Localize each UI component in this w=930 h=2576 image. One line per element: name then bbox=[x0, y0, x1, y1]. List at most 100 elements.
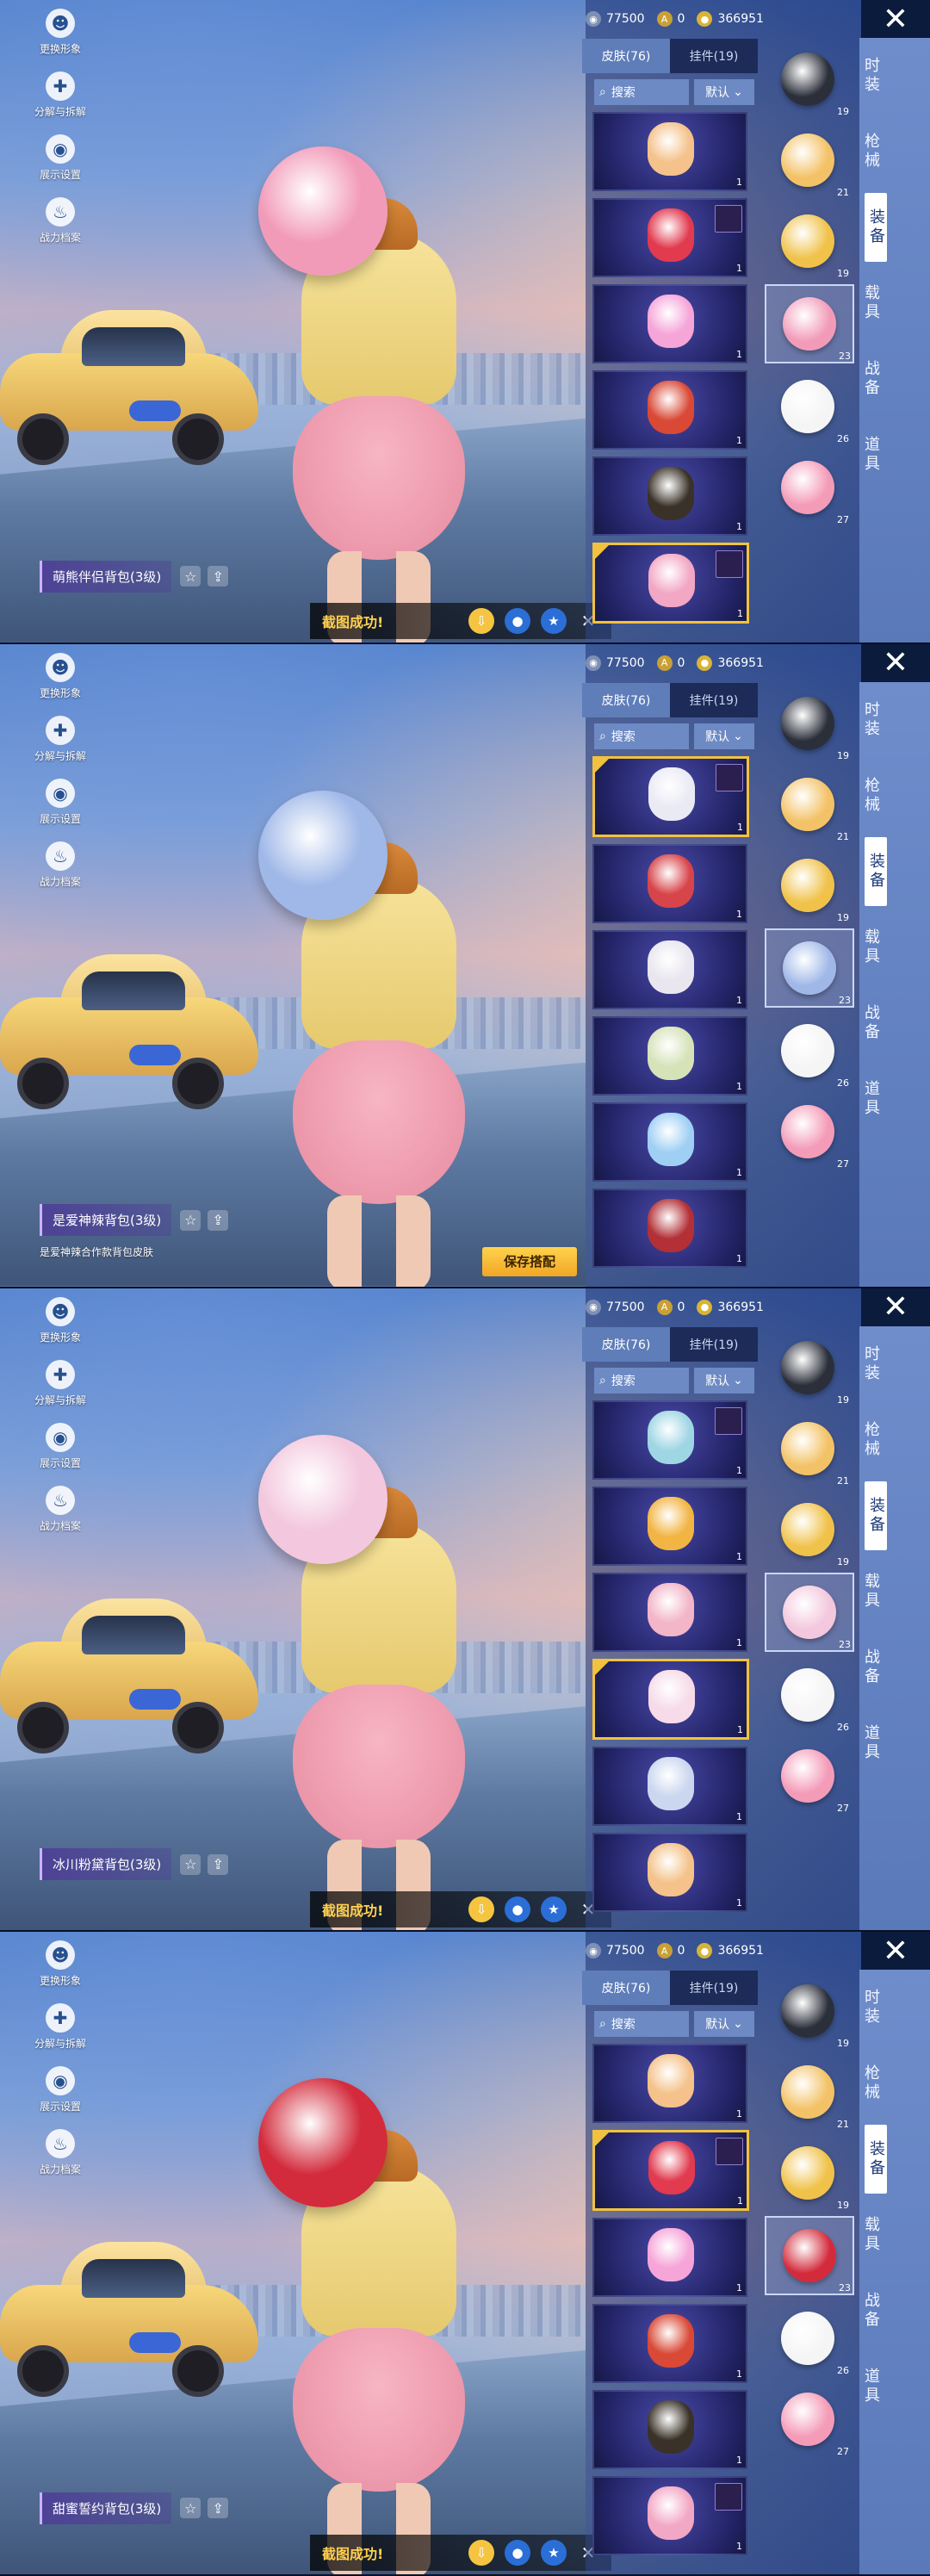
loadout-slot[interactable]: 21 bbox=[765, 122, 851, 198]
tab-pendants[interactable]: 挂件(19) bbox=[670, 682, 758, 717]
category-tab[interactable]: 战备 bbox=[859, 341, 882, 417]
left-menu-item[interactable]: ✚ 分解与拆解 bbox=[26, 1359, 95, 1407]
loadout-slot[interactable]: 21 bbox=[765, 2054, 851, 2130]
close-icon[interactable]: ✕ bbox=[861, 1288, 930, 1326]
star-share-icon[interactable]: ★ bbox=[541, 1896, 567, 1922]
skin-card[interactable]: 1 bbox=[592, 456, 747, 536]
category-tab[interactable]: 装备 bbox=[865, 2125, 887, 2194]
skin-card[interactable]: 1 bbox=[592, 1102, 747, 1182]
loadout-slot[interactable]: 19 bbox=[765, 203, 851, 279]
favorite-icon[interactable]: ☆ bbox=[180, 1853, 202, 1875]
skin-card[interactable]: 1 bbox=[592, 1572, 747, 1652]
category-tab[interactable]: 载具 bbox=[859, 265, 882, 341]
skin-card[interactable]: 1 bbox=[592, 2218, 747, 2298]
skin-card[interactable]: 1 bbox=[592, 843, 747, 923]
skin-card[interactable]: 1 bbox=[592, 2044, 747, 2124]
bell-icon[interactable]: ● bbox=[505, 1896, 530, 1922]
share-icon[interactable]: ⇪ bbox=[208, 566, 229, 587]
tab-skins[interactable]: 皮肤(76) bbox=[582, 39, 670, 73]
favorite-icon[interactable]: ☆ bbox=[180, 2498, 202, 2519]
sort-dropdown[interactable]: 默认 ⌄ bbox=[694, 1367, 754, 1394]
loadout-slot[interactable]: 26 bbox=[765, 1657, 851, 1733]
left-menu-item[interactable]: ♨ 战力档案 bbox=[26, 841, 95, 889]
loadout-slot[interactable]: 19 bbox=[765, 1330, 851, 1406]
left-menu-item[interactable]: ♨ 战力档案 bbox=[26, 2129, 95, 2176]
tab-pendants[interactable]: 挂件(19) bbox=[670, 1326, 758, 1362]
category-tab[interactable]: 枪械 bbox=[859, 2045, 882, 2121]
loadout-slot[interactable]: 21 bbox=[765, 767, 851, 842]
skin-card[interactable]: 1 bbox=[592, 1400, 747, 1480]
loadout-slot[interactable]: 23 bbox=[765, 1572, 854, 1652]
loadout-slot[interactable]: 19 bbox=[765, 686, 851, 761]
search-input[interactable]: ⌕ 搜索 bbox=[594, 1367, 689, 1394]
star-share-icon[interactable]: ★ bbox=[541, 2540, 567, 2567]
left-menu-item[interactable]: ✚ 分解与拆解 bbox=[26, 71, 95, 119]
star-share-icon[interactable]: ★ bbox=[541, 608, 567, 634]
download-icon[interactable]: ⇩ bbox=[468, 2540, 494, 2567]
skin-card[interactable]: 1 bbox=[592, 2130, 749, 2212]
loadout-slot[interactable]: 23 bbox=[765, 284, 854, 363]
left-menu-item[interactable]: ◉ 展示设置 bbox=[26, 1422, 95, 1470]
tab-skins[interactable]: 皮肤(76) bbox=[582, 1971, 670, 2006]
category-tab[interactable]: 时装 bbox=[859, 38, 882, 114]
favorite-icon[interactable]: ☆ bbox=[180, 566, 202, 587]
tab-pendants[interactable]: 挂件(19) bbox=[670, 1971, 758, 2006]
download-icon[interactable]: ⇩ bbox=[468, 1896, 494, 1922]
loadout-slot[interactable]: 19 bbox=[765, 41, 851, 117]
category-tab[interactable]: 时装 bbox=[859, 1970, 882, 2045]
skin-card[interactable]: 1 bbox=[592, 1015, 747, 1096]
close-icon[interactable]: ✕ bbox=[861, 643, 930, 682]
share-icon[interactable]: ⇪ bbox=[208, 2498, 229, 2519]
category-tab[interactable]: 载具 bbox=[859, 2197, 882, 2273]
category-tab[interactable]: 载具 bbox=[859, 1554, 882, 1629]
loadout-slot[interactable]: 26 bbox=[765, 2300, 851, 2376]
loadout-slot[interactable]: 19 bbox=[765, 1492, 851, 1567]
left-menu-item[interactable]: ✚ 分解与拆解 bbox=[26, 715, 95, 763]
category-tab[interactable]: 道具 bbox=[859, 2349, 882, 2424]
loadout-slot[interactable]: 19 bbox=[765, 847, 851, 923]
left-menu-item[interactable]: ♨ 战力档案 bbox=[26, 1485, 95, 1533]
skin-card[interactable]: 1 bbox=[592, 1658, 749, 1740]
skin-card[interactable]: 1 bbox=[592, 1746, 747, 1826]
loadout-slot[interactable]: 27 bbox=[765, 1738, 851, 1814]
left-menu-item[interactable]: ☻ 更换形象 bbox=[26, 652, 95, 700]
category-tab[interactable]: 载具 bbox=[859, 909, 882, 985]
sort-dropdown[interactable]: 默认 ⌄ bbox=[694, 79, 754, 105]
category-tab[interactable]: 装备 bbox=[865, 1480, 887, 1550]
loadout-slot[interactable]: 19 bbox=[765, 1973, 851, 2049]
sort-dropdown[interactable]: 默认 ⌄ bbox=[694, 723, 754, 749]
bell-icon[interactable]: ● bbox=[505, 2540, 530, 2567]
skin-card[interactable]: 1 bbox=[592, 1188, 747, 1268]
close-icon[interactable]: ✕ bbox=[861, 0, 930, 38]
category-tab[interactable]: 枪械 bbox=[859, 758, 882, 834]
category-tab[interactable]: 道具 bbox=[859, 417, 882, 493]
skin-card[interactable]: 1 bbox=[592, 543, 749, 624]
left-menu-item[interactable]: ◉ 展示设置 bbox=[26, 134, 95, 182]
category-tab[interactable]: 装备 bbox=[865, 193, 887, 262]
sort-dropdown[interactable]: 默认 ⌄ bbox=[694, 2011, 754, 2038]
loadout-slot[interactable]: 23 bbox=[765, 2216, 854, 2296]
skin-card[interactable]: 1 bbox=[592, 755, 749, 837]
skin-card[interactable]: 1 bbox=[592, 2304, 747, 2384]
left-menu-item[interactable]: ☻ 更换形象 bbox=[26, 1940, 95, 1988]
tab-skins[interactable]: 皮肤(76) bbox=[582, 1326, 670, 1362]
skin-card[interactable]: 1 bbox=[592, 284, 747, 363]
bell-icon[interactable]: ● bbox=[505, 608, 530, 634]
skin-card[interactable]: 1 bbox=[592, 929, 747, 1009]
category-tab[interactable]: 枪械 bbox=[859, 114, 882, 189]
left-menu-item[interactable]: ☻ 更换形象 bbox=[26, 1296, 95, 1344]
loadout-slot[interactable]: 21 bbox=[765, 1411, 851, 1487]
loadout-slot[interactable]: 19 bbox=[765, 2135, 851, 2211]
search-input[interactable]: ⌕ 搜索 bbox=[594, 79, 689, 105]
share-icon[interactable]: ⇪ bbox=[208, 1209, 229, 1231]
left-menu-item[interactable]: ☻ 更换形象 bbox=[26, 9, 95, 56]
share-icon[interactable]: ⇪ bbox=[208, 1853, 229, 1875]
skin-card[interactable]: 1 bbox=[592, 1832, 747, 1912]
left-menu-item[interactable]: ♨ 战力档案 bbox=[26, 197, 95, 245]
left-menu-item[interactable]: ✚ 分解与拆解 bbox=[26, 2003, 95, 2051]
loadout-slot[interactable]: 26 bbox=[765, 1013, 851, 1089]
category-tab[interactable]: 装备 bbox=[865, 836, 887, 906]
category-tab[interactable]: 时装 bbox=[859, 1326, 882, 1402]
save-outfit-button[interactable]: 保存搭配 bbox=[482, 1246, 577, 1276]
tab-pendants[interactable]: 挂件(19) bbox=[670, 39, 758, 73]
